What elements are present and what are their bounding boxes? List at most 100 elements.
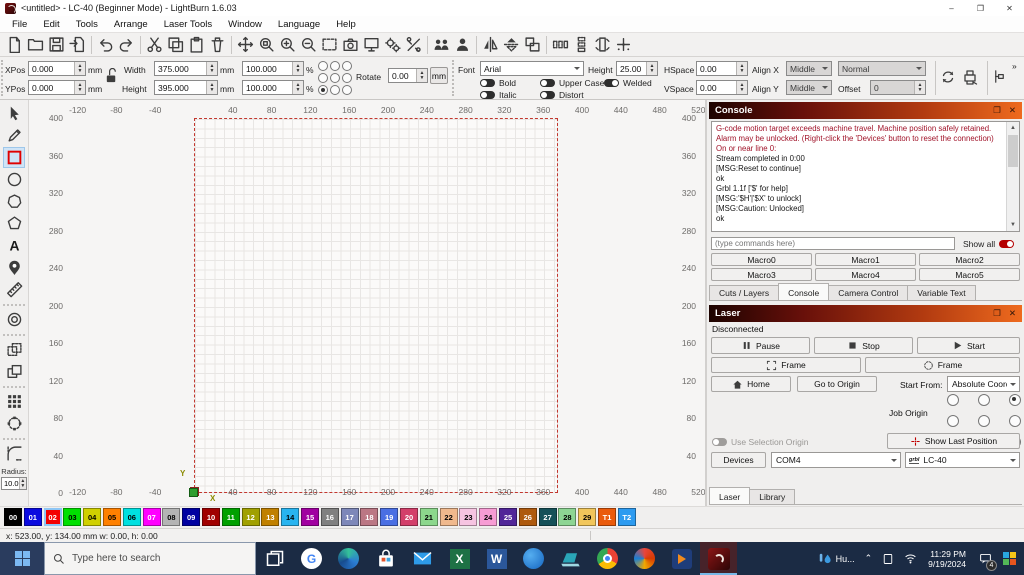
anchor-radio-3[interactable]: [318, 73, 328, 83]
palette-swatch-01[interactable]: 01: [24, 508, 42, 526]
job-origin-radio-1[interactable]: [978, 394, 990, 406]
tray-chevron-icon[interactable]: ⌃: [860, 542, 878, 575]
palette-swatch-13[interactable]: 13: [261, 508, 279, 526]
grid-array-tool[interactable]: [3, 391, 25, 412]
preview-icon[interactable]: [361, 34, 382, 55]
spinner-icon[interactable]: ▲▼: [736, 62, 747, 75]
spinner-icon[interactable]: ▲▼: [206, 81, 217, 94]
spinner-icon[interactable]: ▲▼: [646, 62, 657, 75]
pentagon-tool[interactable]: [3, 213, 25, 234]
menu-arrange[interactable]: Arrange: [106, 16, 156, 33]
stop-button[interactable]: Stop: [814, 337, 913, 354]
palette-swatch-29[interactable]: 29: [578, 508, 596, 526]
spinner-icon[interactable]: ▲▼: [74, 81, 85, 94]
spinner-icon[interactable]: ▲▼: [292, 81, 303, 94]
home-button[interactable]: Home: [711, 376, 791, 392]
text-tool[interactable]: A: [3, 235, 25, 256]
palette-swatch-12[interactable]: 12: [242, 508, 260, 526]
palette-swatch-23[interactable]: 23: [459, 508, 477, 526]
scrollbar-thumb[interactable]: [1008, 135, 1018, 167]
save-icon[interactable]: [46, 34, 67, 55]
console-panel-title[interactable]: Console ❐ ✕: [709, 102, 1022, 119]
file-new-icon[interactable]: [4, 34, 25, 55]
menu-laser-tools[interactable]: Laser Tools: [156, 16, 220, 33]
taskbar-search[interactable]: Type here to search: [44, 542, 256, 575]
drag-handle[interactable]: [1, 60, 4, 96]
polygon-tool[interactable]: [3, 191, 25, 212]
close-button[interactable]: ✕: [995, 0, 1024, 16]
draw-lines-tool[interactable]: [3, 125, 25, 146]
upper-case-toggle[interactable]: [540, 79, 555, 87]
tab-cuts-layers[interactable]: Cuts / Layers: [709, 285, 779, 300]
hspace-field[interactable]: 0.00▲▼: [696, 61, 748, 76]
spinner-icon[interactable]: ▲▼: [914, 81, 925, 94]
anchor-radio-8[interactable]: [342, 85, 352, 95]
anchor-radio-1[interactable]: [330, 61, 340, 71]
frame-selection-icon[interactable]: [319, 34, 340, 55]
palette-swatch-15[interactable]: 15: [301, 508, 319, 526]
palette-swatch-16[interactable]: 16: [321, 508, 339, 526]
xpos-field[interactable]: 0.000▲▼: [28, 61, 86, 76]
undo-icon[interactable]: [95, 34, 116, 55]
start-from-select[interactable]: Absolute Coords: [947, 376, 1020, 392]
units-button[interactable]: mm: [430, 67, 448, 84]
offset-field[interactable]: 0▲▼: [870, 80, 926, 95]
port-select[interactable]: COM4: [771, 452, 901, 468]
palette-swatch-14[interactable]: 14: [281, 508, 299, 526]
show-last-position-button[interactable]: Show Last Position: [887, 433, 1020, 449]
palette-swatch-T2[interactable]: T2: [618, 508, 636, 526]
font-height-field[interactable]: 25.00▲▼: [616, 61, 658, 76]
spinner-icon[interactable]: ▲▼: [736, 81, 747, 94]
weld-shapes-tool[interactable]: [3, 339, 25, 360]
placement-tool[interactable]: [3, 257, 25, 278]
scroll-down-icon[interactable]: ▼: [1007, 219, 1019, 231]
palette-swatch-19[interactable]: 19: [380, 508, 398, 526]
anchor-radio-7[interactable]: [330, 85, 340, 95]
palette-swatch-05[interactable]: 05: [103, 508, 121, 526]
macro-button-1[interactable]: Macro1: [815, 253, 916, 266]
paste-icon[interactable]: [186, 34, 207, 55]
macro-button-0[interactable]: Macro0: [711, 253, 812, 266]
palette-swatch-02[interactable]: 02: [44, 508, 62, 526]
tab-laser[interactable]: Laser: [709, 487, 750, 504]
job-origin-radio-5[interactable]: [1009, 415, 1021, 427]
palette-swatch-T1[interactable]: T1: [598, 508, 616, 526]
palette-swatch-00[interactable]: 00: [4, 508, 22, 526]
start-button[interactable]: Start: [917, 337, 1020, 354]
move-to-position-icon[interactable]: [613, 34, 634, 55]
cut-icon[interactable]: [144, 34, 165, 55]
task-view-taskbar-icon[interactable]: [256, 542, 293, 575]
palette-swatch-25[interactable]: 25: [499, 508, 517, 526]
circular-array-tool[interactable]: [3, 413, 25, 434]
fontbar-handle[interactable]: [452, 60, 455, 96]
width-field[interactable]: 375.000▲▼: [154, 61, 218, 76]
player-taskbar-icon[interactable]: [663, 542, 700, 575]
sync-icon[interactable]: [940, 69, 956, 85]
user-icon[interactable]: [452, 34, 473, 55]
camera-icon[interactable]: [340, 34, 361, 55]
lightburn-taskbar-icon[interactable]: [700, 542, 737, 575]
delete-icon[interactable]: [207, 34, 228, 55]
redo-icon[interactable]: [116, 34, 137, 55]
community-icon[interactable]: [431, 34, 452, 55]
laser-panel-title[interactable]: Laser ❐ ✕: [709, 305, 1022, 322]
display-taskbar-icon[interactable]: [552, 542, 589, 575]
tab-console[interactable]: Console: [778, 283, 829, 300]
flip-vertical-icon[interactable]: [501, 34, 522, 55]
office-taskbar-icon[interactable]: [626, 542, 663, 575]
distort-toggle[interactable]: [540, 91, 555, 99]
notifications-button[interactable]: 4: [972, 542, 998, 575]
overflow-chevron[interactable]: »: [1012, 61, 1017, 71]
zoom-page-icon[interactable]: [256, 34, 277, 55]
scroll-up-icon[interactable]: ▲: [1007, 122, 1019, 134]
console-log[interactable]: ▲ ▼ G-code motion target exceeds machine…: [711, 121, 1020, 232]
height-field[interactable]: 395.000▲▼: [154, 80, 218, 95]
width-percent-field[interactable]: 100.000▲▼: [242, 61, 304, 76]
distribute-horizontal-icon[interactable]: [550, 34, 571, 55]
macro-button-5[interactable]: Macro5: [919, 268, 1020, 281]
spinner-icon[interactable]: ▲▼: [206, 62, 217, 75]
macro-button-3[interactable]: Macro3: [711, 268, 812, 281]
command-input[interactable]: [711, 237, 955, 250]
tab-variable-text[interactable]: Variable Text: [907, 285, 975, 300]
palette-swatch-03[interactable]: 03: [63, 508, 81, 526]
